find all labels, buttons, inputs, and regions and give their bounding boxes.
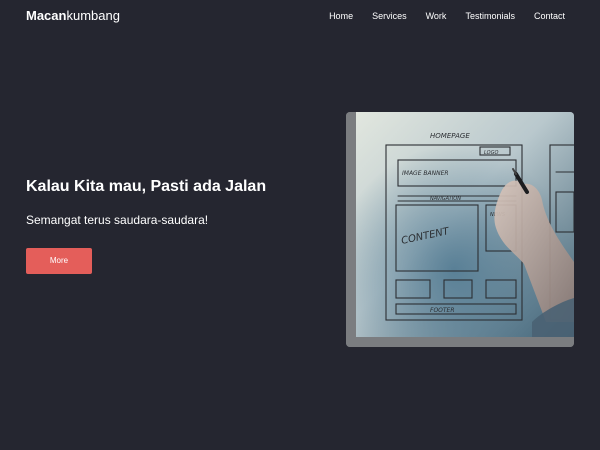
nav-link-home[interactable]: Home	[329, 11, 353, 22]
nav-menu: Home Services Work Testimonials Contact	[329, 11, 565, 22]
nav-link-services[interactable]: Services	[372, 11, 407, 22]
hero-title: Kalau Kita mau, Pasti ada Jalan	[26, 178, 267, 195]
hero-subtitle: Semangat terus saudara-saudara!	[26, 213, 209, 227]
label-homepage: HOMEPAGE	[430, 132, 470, 140]
label-navigation: NAVIGATION	[430, 196, 461, 202]
hero-image-wireframe-sketch: HOMEPAGE LOGO IMAGE BANNER NAVIGATION CO…	[346, 112, 574, 347]
label-logo: LOGO	[484, 150, 498, 156]
site-logo[interactable]: Macankumbang	[26, 8, 120, 24]
logo-light-text: kumbang	[66, 8, 120, 23]
nav-link-work[interactable]: Work	[426, 11, 447, 22]
nav-link-contact[interactable]: Contact	[534, 11, 565, 22]
label-footer: FOOTER	[430, 307, 455, 314]
nav-link-testimonials[interactable]: Testimonials	[465, 11, 515, 22]
navbar: Macankumbang Home Services Work Testimon…	[0, 0, 600, 34]
label-image-banner: IMAGE BANNER	[402, 170, 449, 177]
more-button[interactable]: More	[26, 248, 92, 274]
wireframe-illustration: HOMEPAGE LOGO IMAGE BANNER NAVIGATION CO…	[346, 112, 574, 347]
logo-bold-text: Macan	[26, 8, 67, 23]
